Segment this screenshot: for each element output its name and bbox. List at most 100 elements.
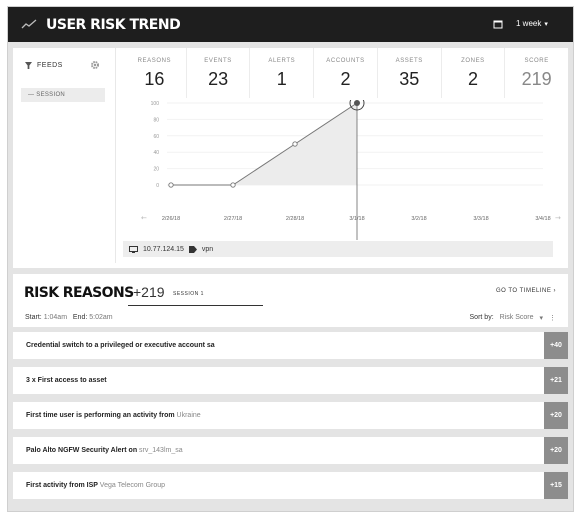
metric-label: ALERTS: [268, 58, 296, 64]
metric-label: EVENTS: [204, 58, 232, 64]
highlight-point: [354, 100, 360, 106]
filter-icon: [25, 62, 32, 69]
list-item[interactable]: First activity from ISP Vega Telecom Gro…: [13, 472, 568, 499]
series-area: [171, 103, 357, 185]
data-point: [292, 141, 298, 147]
y-tick-label: 100: [151, 101, 160, 107]
metric-zones: ZONES 2: [442, 48, 506, 98]
reason-label: First activity from ISP: [26, 482, 100, 489]
reason-text: First time user is performing an activit…: [13, 412, 544, 419]
list-item[interactable]: First time user is performing an activit…: [13, 402, 568, 429]
metric-label: ACCOUNTS: [326, 58, 365, 64]
gear-icon[interactable]: [90, 60, 100, 70]
calendar-icon[interactable]: [493, 19, 503, 29]
x-tick-label: 2/26/18: [162, 216, 180, 222]
feeds-filter[interactable]: FEEDS: [25, 62, 63, 69]
risk-trend-chart: 0 20 40 60 80 100 2/26/18 2/27/18 2/28/18 3/1/18 3…: [123, 100, 568, 240]
x-tick-label: 3/3/18: [473, 216, 488, 222]
reason-text: 3 x First access to asset: [13, 377, 544, 384]
metric-value: 16: [144, 69, 165, 89]
list-item[interactable]: 3 x First access to asset +21: [13, 367, 568, 394]
sort-label: Sort by:: [469, 314, 494, 321]
list-item[interactable]: Palo Alto NGFW Security Alert on srv_143…: [13, 437, 568, 464]
metric-label: REASONS: [137, 58, 172, 64]
tab-session[interactable]: SESSION 1: [173, 291, 204, 297]
x-tick-label: 3/1/18: [349, 216, 364, 222]
reason-text: First activity from ISP Vega Telecom Gro…: [13, 482, 544, 489]
data-point: [168, 182, 174, 188]
metric-reasons: REASONS 16: [123, 48, 187, 98]
start-label: Start:: [25, 314, 42, 321]
sort-control[interactable]: Sort by: Risk Score ▾ ⋮: [470, 314, 556, 322]
feed-item-label: SESSION: [36, 92, 66, 98]
time-range-select[interactable]: 1 week ▾: [516, 19, 548, 28]
header-bar: USER RISK TREND 1 week ▾: [8, 7, 573, 42]
reason-highlight[interactable]: Ukraine: [177, 412, 201, 419]
metric-score: SCORE 219: [505, 48, 568, 98]
chevron-down-icon: ▾: [539, 315, 543, 322]
list-item[interactable]: Credential switch to a privileged or exe…: [13, 332, 568, 359]
y-tick-label: 40: [153, 150, 159, 156]
go-to-timeline-link[interactable]: GO TO TIMELINE ›: [496, 288, 556, 294]
metric-accounts: ACCOUNTS 2: [314, 48, 378, 98]
metric-value: 2: [467, 69, 478, 89]
risk-reasons-header: RISK REASONS +219 SESSION 1 GO TO TIMELI…: [13, 274, 568, 327]
sort-value: Risk Score: [499, 314, 534, 321]
tag-icon: [188, 245, 197, 253]
metric-value: 35: [399, 69, 420, 89]
tag-label: vpn: [201, 245, 214, 253]
risk-reasons-title: RISK REASONS: [24, 285, 134, 301]
end-value: 5:02am: [89, 314, 113, 321]
feeds-panel: FEEDS — SESSION: [13, 48, 116, 263]
metric-assets: ASSETS 35: [378, 48, 442, 98]
metric-value: 2: [340, 69, 351, 89]
reason-label: 3 x First access to asset: [26, 377, 107, 384]
reason-label: First time user is performing an activit…: [26, 412, 177, 419]
reason-highlight[interactable]: srv_143lm_sa: [139, 447, 183, 454]
y-tick-label: 60: [153, 134, 159, 140]
reason-highlight[interactable]: Vega Telecom Group: [100, 482, 165, 489]
chevron-right-icon: ›: [553, 288, 556, 294]
reason-score: +40: [544, 332, 568, 359]
reason-score: +20: [544, 402, 568, 429]
feed-item-session[interactable]: — SESSION: [21, 88, 105, 102]
metrics-row: REASONS 16 EVENTS 23 ALERTS 1 ACCOUNTS 2…: [123, 48, 568, 98]
time-range-value: 1 week: [516, 19, 542, 28]
metric-value: 1: [276, 69, 287, 89]
session-time: Start: 1:04am End: 5:02am: [25, 314, 113, 321]
more-options-icon[interactable]: ⋮: [549, 314, 556, 322]
metric-value: 219: [521, 69, 552, 89]
timeline-link-label: GO TO TIMELINE: [495, 288, 552, 294]
reason-label: Credential switch to a privileged or exe…: [26, 342, 215, 349]
feeds-label: FEEDS: [37, 62, 63, 69]
x-tick-label: 3/4/18: [535, 216, 550, 222]
metric-label: SCORE: [524, 58, 549, 64]
arrow-right-icon[interactable]: →: [555, 214, 561, 222]
start-value: 1:04am: [43, 314, 68, 321]
ip-address: 10.77.124.15: [143, 245, 184, 253]
arrow-left-icon[interactable]: ←: [141, 214, 147, 222]
y-tick-label: 0: [156, 183, 159, 189]
metric-value: 23: [208, 69, 229, 89]
session-score: +219: [133, 284, 165, 300]
reason-score: +15: [544, 472, 568, 499]
monitor-icon: [129, 245, 138, 253]
y-tick-label: 20: [153, 167, 159, 173]
data-point: [230, 182, 236, 188]
x-tick-label: 2/28/18: [286, 216, 304, 222]
trend-card: FEEDS — SESSION REASONS 16 EVENTS 23 ALE…: [13, 48, 568, 268]
metric-events: EVENTS 23: [187, 48, 251, 98]
reason-text: Palo Alto NGFW Security Alert on srv_143…: [13, 447, 544, 454]
metric-label: ASSETS: [395, 58, 423, 64]
y-tick-label: 80: [153, 117, 159, 123]
chart-svg: 0 20 40 60 80 100 2/26/18 2/27/18 2/28/18 3/1/18 3…: [141, 100, 561, 240]
metric-label: ZONES: [461, 58, 485, 64]
reason-text: Credential switch to a privileged or exe…: [13, 342, 544, 349]
session-info-bar: 10.77.124.15 vpn: [123, 241, 553, 257]
reason-score: +20: [544, 437, 568, 464]
trend-icon: [21, 19, 37, 29]
reason-score: +21: [544, 367, 568, 394]
metric-alerts: ALERTS 1: [250, 48, 315, 98]
reason-label: Palo Alto NGFW Security Alert on: [26, 447, 140, 454]
chevron-down-icon: ▾: [544, 20, 548, 28]
